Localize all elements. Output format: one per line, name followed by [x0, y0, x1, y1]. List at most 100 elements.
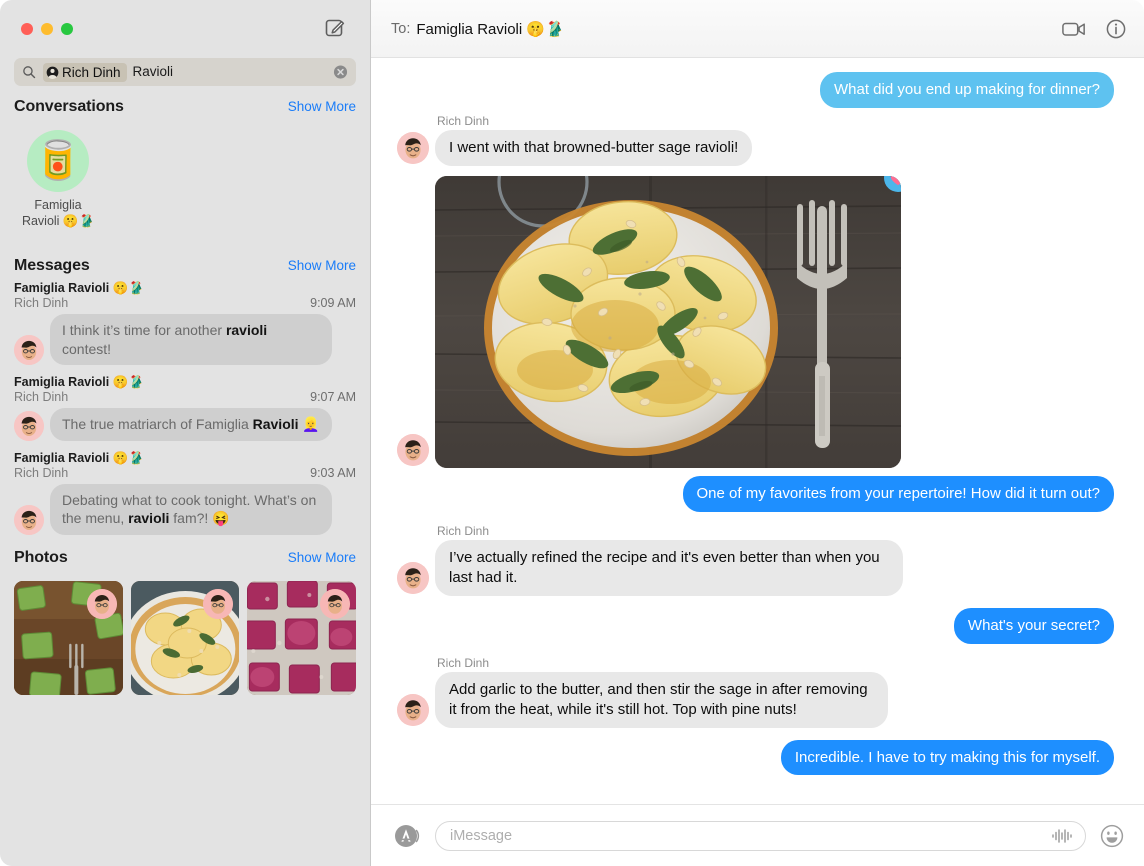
preview-post: 👱‍♀️: [298, 416, 320, 433]
message-row-incoming: Rich Dinh I’ve actually refined the reci…: [397, 524, 1114, 596]
clear-icon[interactable]: [333, 65, 348, 80]
conversations-section-header: Conversations Show More: [0, 98, 370, 116]
incoming-stack: I’ve actually refined the recipe and it'…: [397, 539, 903, 596]
window-titlebar: [0, 0, 370, 58]
message-time: 9:03 AM: [310, 465, 356, 480]
message-preview-bubble: Debating what to cook tonight. What’s on…: [50, 483, 332, 535]
conversations-title: Conversations: [14, 98, 124, 115]
message-row-attachment: [397, 175, 1114, 468]
photo-thumbnail-butter-sage-ravioli[interactable]: [130, 580, 240, 695]
message-sender-name: Rich Dinh: [437, 523, 490, 538]
message-row-outgoing: Incredible. I have to try making this fo…: [397, 739, 1114, 776]
conversations-show-more[interactable]: Show More: [288, 99, 356, 114]
conversation-item-famiglia-ravioli[interactable]: 🥫 Famiglia Ravioli 🤫🥻: [14, 130, 102, 229]
info-icon[interactable]: [1106, 19, 1126, 39]
message-attachment-image[interactable]: [435, 175, 901, 468]
list-item[interactable]: Famiglia Ravioli 🤫🥻 Rich Dinh 9:03 AM De…: [0, 451, 370, 535]
close-button[interactable]: [21, 23, 33, 35]
photos-section-header: Photos Show More: [0, 549, 370, 567]
photo-thumbnail-green-ravioli[interactable]: [14, 580, 123, 695]
preview-post: fam?! 😝: [169, 510, 230, 527]
recipient-name[interactable]: Famiglia Ravioli 🤫🥻: [416, 20, 563, 38]
search-token-contact[interactable]: Rich Dinh: [43, 62, 127, 82]
to-label: To:: [391, 20, 411, 37]
avatar: [397, 561, 429, 594]
search-input[interactable]: Rich Dinh Ravioli: [14, 58, 356, 86]
message-bubble-outgoing[interactable]: What's your secret?: [953, 607, 1114, 644]
sidebar-results: Conversations Show More 🥫 Famiglia Ravio…: [0, 98, 370, 866]
header-actions: [1062, 19, 1126, 39]
message-sender-name: Rich Dinh: [437, 113, 490, 128]
maximize-button[interactable]: [61, 23, 73, 35]
message-bubble-incoming[interactable]: I’ve actually refined the recipe and it'…: [435, 539, 903, 596]
photo-thumbnail-beet-ravioli[interactable]: [247, 580, 357, 695]
video-camera-icon[interactable]: [1062, 20, 1086, 38]
list-item[interactable]: Famiglia Ravioli 🤫🥻 Rich Dinh 9:07 AM Th…: [0, 375, 370, 441]
emoji-smiley-icon[interactable]: [1100, 824, 1124, 848]
messages-show-more[interactable]: Show More: [288, 258, 356, 273]
messages-section-header: Messages Show More: [0, 257, 370, 275]
message-submeta: Rich Dinh 9:09 AM: [14, 296, 356, 310]
message-bubble-outgoing[interactable]: One of my favorites from your repertoire…: [682, 475, 1114, 512]
preview-post: contest!: [62, 340, 112, 357]
search-container: Rich Dinh Ravioli: [0, 58, 370, 98]
message-conversation-name: Famiglia Ravioli 🤫🥻: [14, 450, 144, 465]
message-time: 9:09 AM: [310, 296, 356, 311]
search-icon: [22, 65, 36, 79]
message-preview-bubble: The true matriarch of Famiglia Ravioli 👱…: [50, 408, 332, 441]
conversation-pane: To: Famiglia Ravioli 🤫🥻 What did you end…: [371, 0, 1144, 866]
avatar: [14, 335, 44, 366]
incoming-stack: Add garlic to the butter, and then stir …: [397, 671, 888, 728]
message-row-incoming: Rich Dinh I went with that browned-butte…: [397, 114, 1114, 166]
heart-tapback[interactable]: [879, 175, 901, 202]
message-conversation-name: Famiglia Ravioli 🤫🥻: [14, 375, 144, 390]
contact-icon: [46, 66, 59, 79]
message-submeta: Rich Dinh 9:07 AM: [14, 390, 356, 404]
conversation-label-line1: Famiglia: [34, 198, 82, 212]
message-sender: Rich Dinh: [14, 390, 69, 405]
message-preview-row: The true matriarch of Famiglia Ravioli 👱…: [14, 408, 356, 441]
audio-waveform-icon[interactable]: [1051, 828, 1073, 844]
message-meta: Famiglia Ravioli 🤫🥻: [14, 281, 356, 296]
photos-title: Photos: [14, 548, 68, 566]
message-preview-bubble: I think it’s time for another ravioli co…: [50, 314, 332, 366]
message-thread: What did you end up making for dinner? R…: [371, 58, 1144, 804]
preview-match: ravioli: [225, 322, 268, 339]
compose-icon[interactable]: [322, 14, 348, 40]
minimize-button[interactable]: [41, 23, 53, 35]
imessage-input[interactable]: iMessage: [435, 820, 1086, 851]
preview-match: ravioli: [128, 510, 170, 527]
messages-window: Rich Dinh Ravioli Conversations Show Mor…: [0, 0, 1144, 866]
message-bubble-incoming[interactable]: I went with that browned-butter sage rav…: [435, 129, 753, 166]
message-row-outgoing: One of my favorites from your repertoire…: [397, 475, 1114, 512]
avatar: [397, 433, 429, 466]
message-submeta: Rich Dinh 9:03 AM: [14, 466, 356, 480]
preview-pre: The true matriarch of Famiglia: [62, 416, 253, 433]
traffic-lights: [21, 23, 73, 35]
message-bubble-incoming[interactable]: Add garlic to the butter, and then stir …: [435, 671, 888, 728]
avatar: [397, 131, 429, 164]
photos-show-more[interactable]: Show More: [288, 550, 356, 565]
photos-list: [0, 571, 370, 695]
message-preview-row: Debating what to cook tonight. What’s on…: [14, 483, 356, 535]
search-query-text: Ravioli: [132, 64, 174, 80]
message-preview-row: I think it’s time for another ravioli co…: [14, 314, 356, 366]
message-row-outgoing: What did you end up making for dinner?: [397, 72, 1114, 108]
message-bubble-outgoing[interactable]: What did you end up making for dinner?: [820, 72, 1114, 108]
preview-pre: I think it’s time for another: [62, 322, 226, 339]
message-sender: Rich Dinh: [14, 465, 69, 480]
avatar: [14, 504, 44, 535]
avatar: [14, 410, 44, 441]
sidebar: Rich Dinh Ravioli Conversations Show Mor…: [0, 0, 371, 866]
message-bubble-outgoing[interactable]: Incredible. I have to try making this fo…: [780, 739, 1114, 776]
preview-match: Ravioli: [252, 416, 299, 433]
app-store-icon[interactable]: [393, 822, 421, 850]
list-item[interactable]: Famiglia Ravioli 🤫🥻 Rich Dinh 9:09 AM I …: [0, 281, 370, 366]
message-time: 9:07 AM: [310, 390, 356, 405]
conversation-header: To: Famiglia Ravioli 🤫🥻: [371, 0, 1144, 58]
message-sender-name: Rich Dinh: [437, 655, 490, 670]
message-row-incoming: Rich Dinh Add garlic to the butter, and …: [397, 656, 1114, 728]
message-meta: Famiglia Ravioli 🤫🥻: [14, 451, 356, 466]
avatar: [320, 588, 351, 619]
conversation-label-line2: Ravioli 🤫🥻: [21, 213, 95, 228]
